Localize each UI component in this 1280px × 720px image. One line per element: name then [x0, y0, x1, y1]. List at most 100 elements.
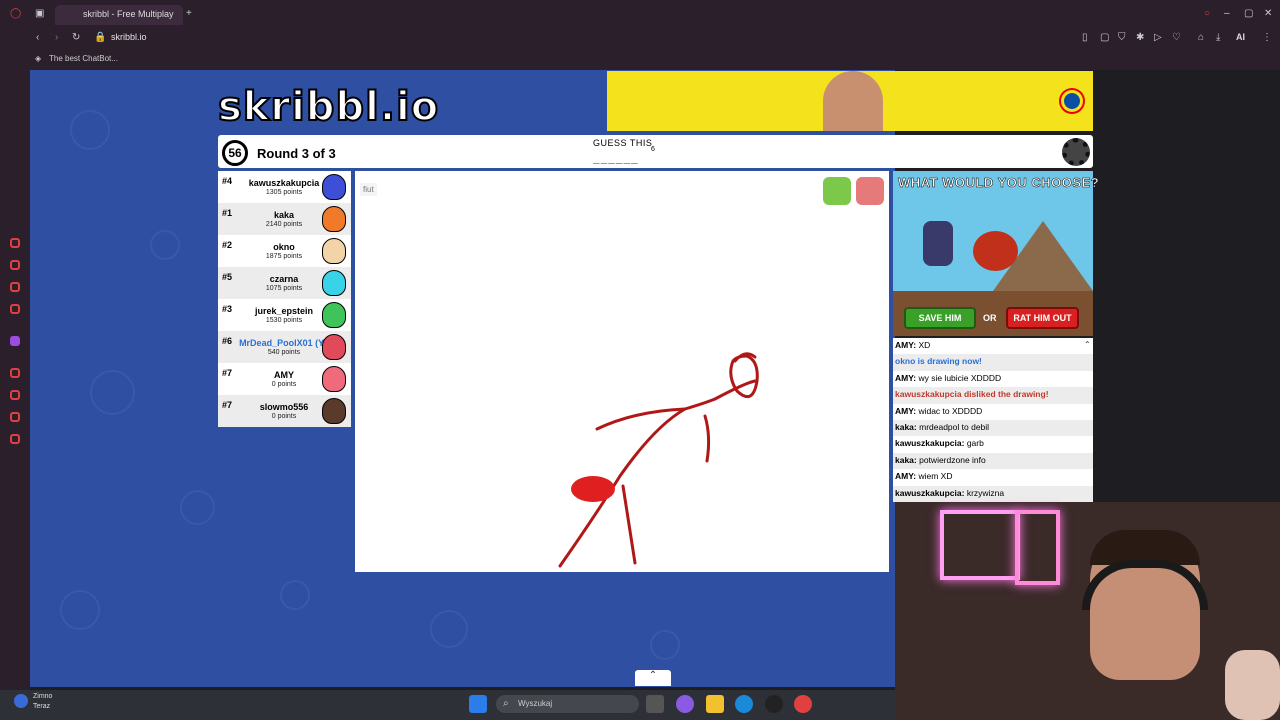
player-list: #4 kawuszkakupcia 1305 points #1 kaka 2140 po…: [218, 171, 351, 427]
heart-icon[interactable]: ♡: [1172, 33, 1181, 43]
url-text[interactable]: skribbl.io: [111, 32, 147, 42]
round-indicator: Round 3 of 3: [257, 146, 336, 161]
stroke-arm: [595, 397, 717, 431]
start-icon[interactable]: [469, 695, 487, 713]
chat-scroll-up-icon[interactable]: ⌃: [1084, 340, 1091, 349]
settings-gear-icon[interactable]: [1062, 138, 1090, 166]
taskbar-search[interactable]: Wyszukaj: [496, 695, 639, 713]
browser-tab-bar: [0, 0, 1280, 28]
player-row[interactable]: #6 MrDead_PoolX01 (Yo 540 points: [218, 331, 351, 363]
chat-message: kaka: potwierdzone info: [893, 452, 1093, 470]
file-explorer-icon[interactable]: [706, 695, 724, 713]
stroke-arm-right: [703, 414, 711, 463]
copilot-icon[interactable]: [676, 695, 694, 713]
player-rank: #4: [222, 176, 233, 186]
player-rank: #5: [222, 272, 233, 282]
lock-icon: 🔒: [94, 32, 107, 43]
task-view-icon[interactable]: [646, 695, 664, 713]
reload-icon[interactable]: ↻: [72, 33, 80, 43]
chatbot-bookmark-icon: ◈: [35, 54, 42, 63]
player-avatar: [322, 238, 346, 264]
player-avatar: [322, 270, 346, 296]
player-points: 2140 points: [265, 221, 303, 228]
player-row[interactable]: #4 kawuszkakupcia 1305 points: [218, 171, 351, 203]
opera-logo-icon[interactable]: ◯: [10, 9, 21, 19]
sidebar-bookmarks-icon[interactable]: [10, 260, 20, 270]
wallet-icon[interactable]: ⌂: [1198, 33, 1204, 43]
chat-user: AMY:: [895, 340, 917, 350]
tab-skribbl[interactable]: skribbl - Free Multiplay: [55, 5, 183, 25]
weather-icon[interactable]: [14, 694, 28, 708]
sidebar-settings-icon[interactable]: [10, 434, 20, 444]
player-rank: #1: [222, 208, 233, 218]
snapshot-icon[interactable]: ▢: [1100, 33, 1109, 43]
sidebar-mail-icon[interactable]: [10, 304, 20, 314]
chat-text: XD: [916, 340, 931, 350]
ad-character: [923, 221, 953, 266]
new-tab-icon[interactable]: +: [186, 9, 192, 19]
player-row[interactable]: #7 slowmo556 0 points: [218, 395, 351, 427]
sidebar-flow-icon[interactable]: [10, 390, 20, 400]
player-name: jurek_epstein: [254, 306, 314, 316]
edge-icon[interactable]: [735, 695, 753, 713]
player-rank: #2: [222, 240, 233, 250]
back-icon[interactable]: ‹: [36, 33, 39, 43]
chat-text: wy sie lubicie XDDDD: [916, 372, 1002, 383]
player-name: czarna: [269, 274, 299, 284]
download-icon[interactable]: ⤓: [1216, 33, 1220, 43]
rat-him-out-button[interactable]: RAT HIM OUT: [1006, 307, 1079, 329]
drawing-canvas[interactable]: [355, 171, 889, 572]
close-icon[interactable]: ✕: [1264, 9, 1272, 19]
tab-menu-icon[interactable]: ▣: [35, 9, 44, 19]
thumbs-down-icon[interactable]: [856, 177, 884, 205]
maximize-icon[interactable]: ▢: [1244, 9, 1253, 19]
more-menu-icon[interactable]: ⋮: [1262, 33, 1272, 43]
chat-text: garb: [964, 438, 984, 449]
player-avatar: [322, 334, 346, 360]
search-icon[interactable]: ○: [1204, 9, 1210, 19]
weather-widget[interactable]: Zimno Teraz: [33, 692, 52, 712]
chat-message: kaka: mrdeadpol to debil: [893, 419, 1093, 437]
ad-title: WHAT WOULD YOU CHOOSE?: [898, 175, 1100, 191]
stroke-body: [618, 407, 687, 478]
player-rank: #3: [222, 304, 233, 314]
player-name: AMY: [274, 370, 294, 380]
chat-text: wiem XD: [916, 471, 953, 482]
extension-icon[interactable]: ▯: [1082, 33, 1088, 43]
player-points: 1875 points: [265, 253, 303, 260]
forward-icon[interactable]: ›: [55, 33, 58, 43]
player-row[interactable]: #1 kaka 2140 points: [218, 203, 351, 235]
translate-icon[interactable]: ✱: [1136, 33, 1144, 43]
chat-message: okno is drawing now!: [893, 354, 1093, 371]
play-icon[interactable]: ▷: [1154, 33, 1162, 43]
save-him-button[interactable]: SAVE HIM: [904, 307, 976, 329]
player-name: MrDead_PoolX01 (Yo: [239, 338, 329, 348]
thumbs-up-icon[interactable]: [823, 177, 851, 205]
ad-or-label: OR: [983, 313, 997, 323]
ai-button[interactable]: AI: [1236, 32, 1245, 42]
chat-user: AMY:: [895, 471, 917, 482]
sidebar-extensions-icon[interactable]: [10, 412, 20, 422]
bookmark-chatbot[interactable]: The best ChatBot...: [49, 54, 118, 63]
player-row[interactable]: #3 jurek_epstein 1530 points: [218, 299, 351, 331]
sidebar-twitch-icon[interactable]: [10, 336, 20, 346]
chat-user: AMY:: [895, 372, 917, 383]
sidebar-history-icon[interactable]: [10, 238, 20, 248]
chat-system-text: okno is drawing now!: [895, 356, 982, 367]
word-hint: fiut: [360, 183, 377, 196]
show-hidden-chevron-icon[interactable]: ⌃: [635, 670, 671, 686]
browser-sidebar: [0, 70, 30, 690]
opera-taskbar-icon[interactable]: [794, 695, 812, 713]
player-row[interactable]: #2 okno 1875 points: [218, 235, 351, 267]
player-row[interactable]: #7 AMY 0 points: [218, 363, 351, 395]
skribbl-logo: skribbl.io: [217, 83, 440, 131]
sidebar-messenger-icon[interactable]: [10, 282, 20, 292]
tab-title: skribbl - Free Multiplay: [83, 9, 174, 19]
sidebar-player-icon[interactable]: [10, 368, 20, 378]
shield-icon[interactable]: ⛉: [1118, 33, 1126, 43]
minimize-icon[interactable]: –: [1224, 9, 1230, 19]
player-row[interactable]: #5 czarna 1075 points: [218, 267, 351, 299]
player-avatar: [322, 366, 346, 392]
obs-icon[interactable]: [765, 695, 783, 713]
taskbar-search-placeholder: Wyszukaj: [518, 699, 553, 708]
